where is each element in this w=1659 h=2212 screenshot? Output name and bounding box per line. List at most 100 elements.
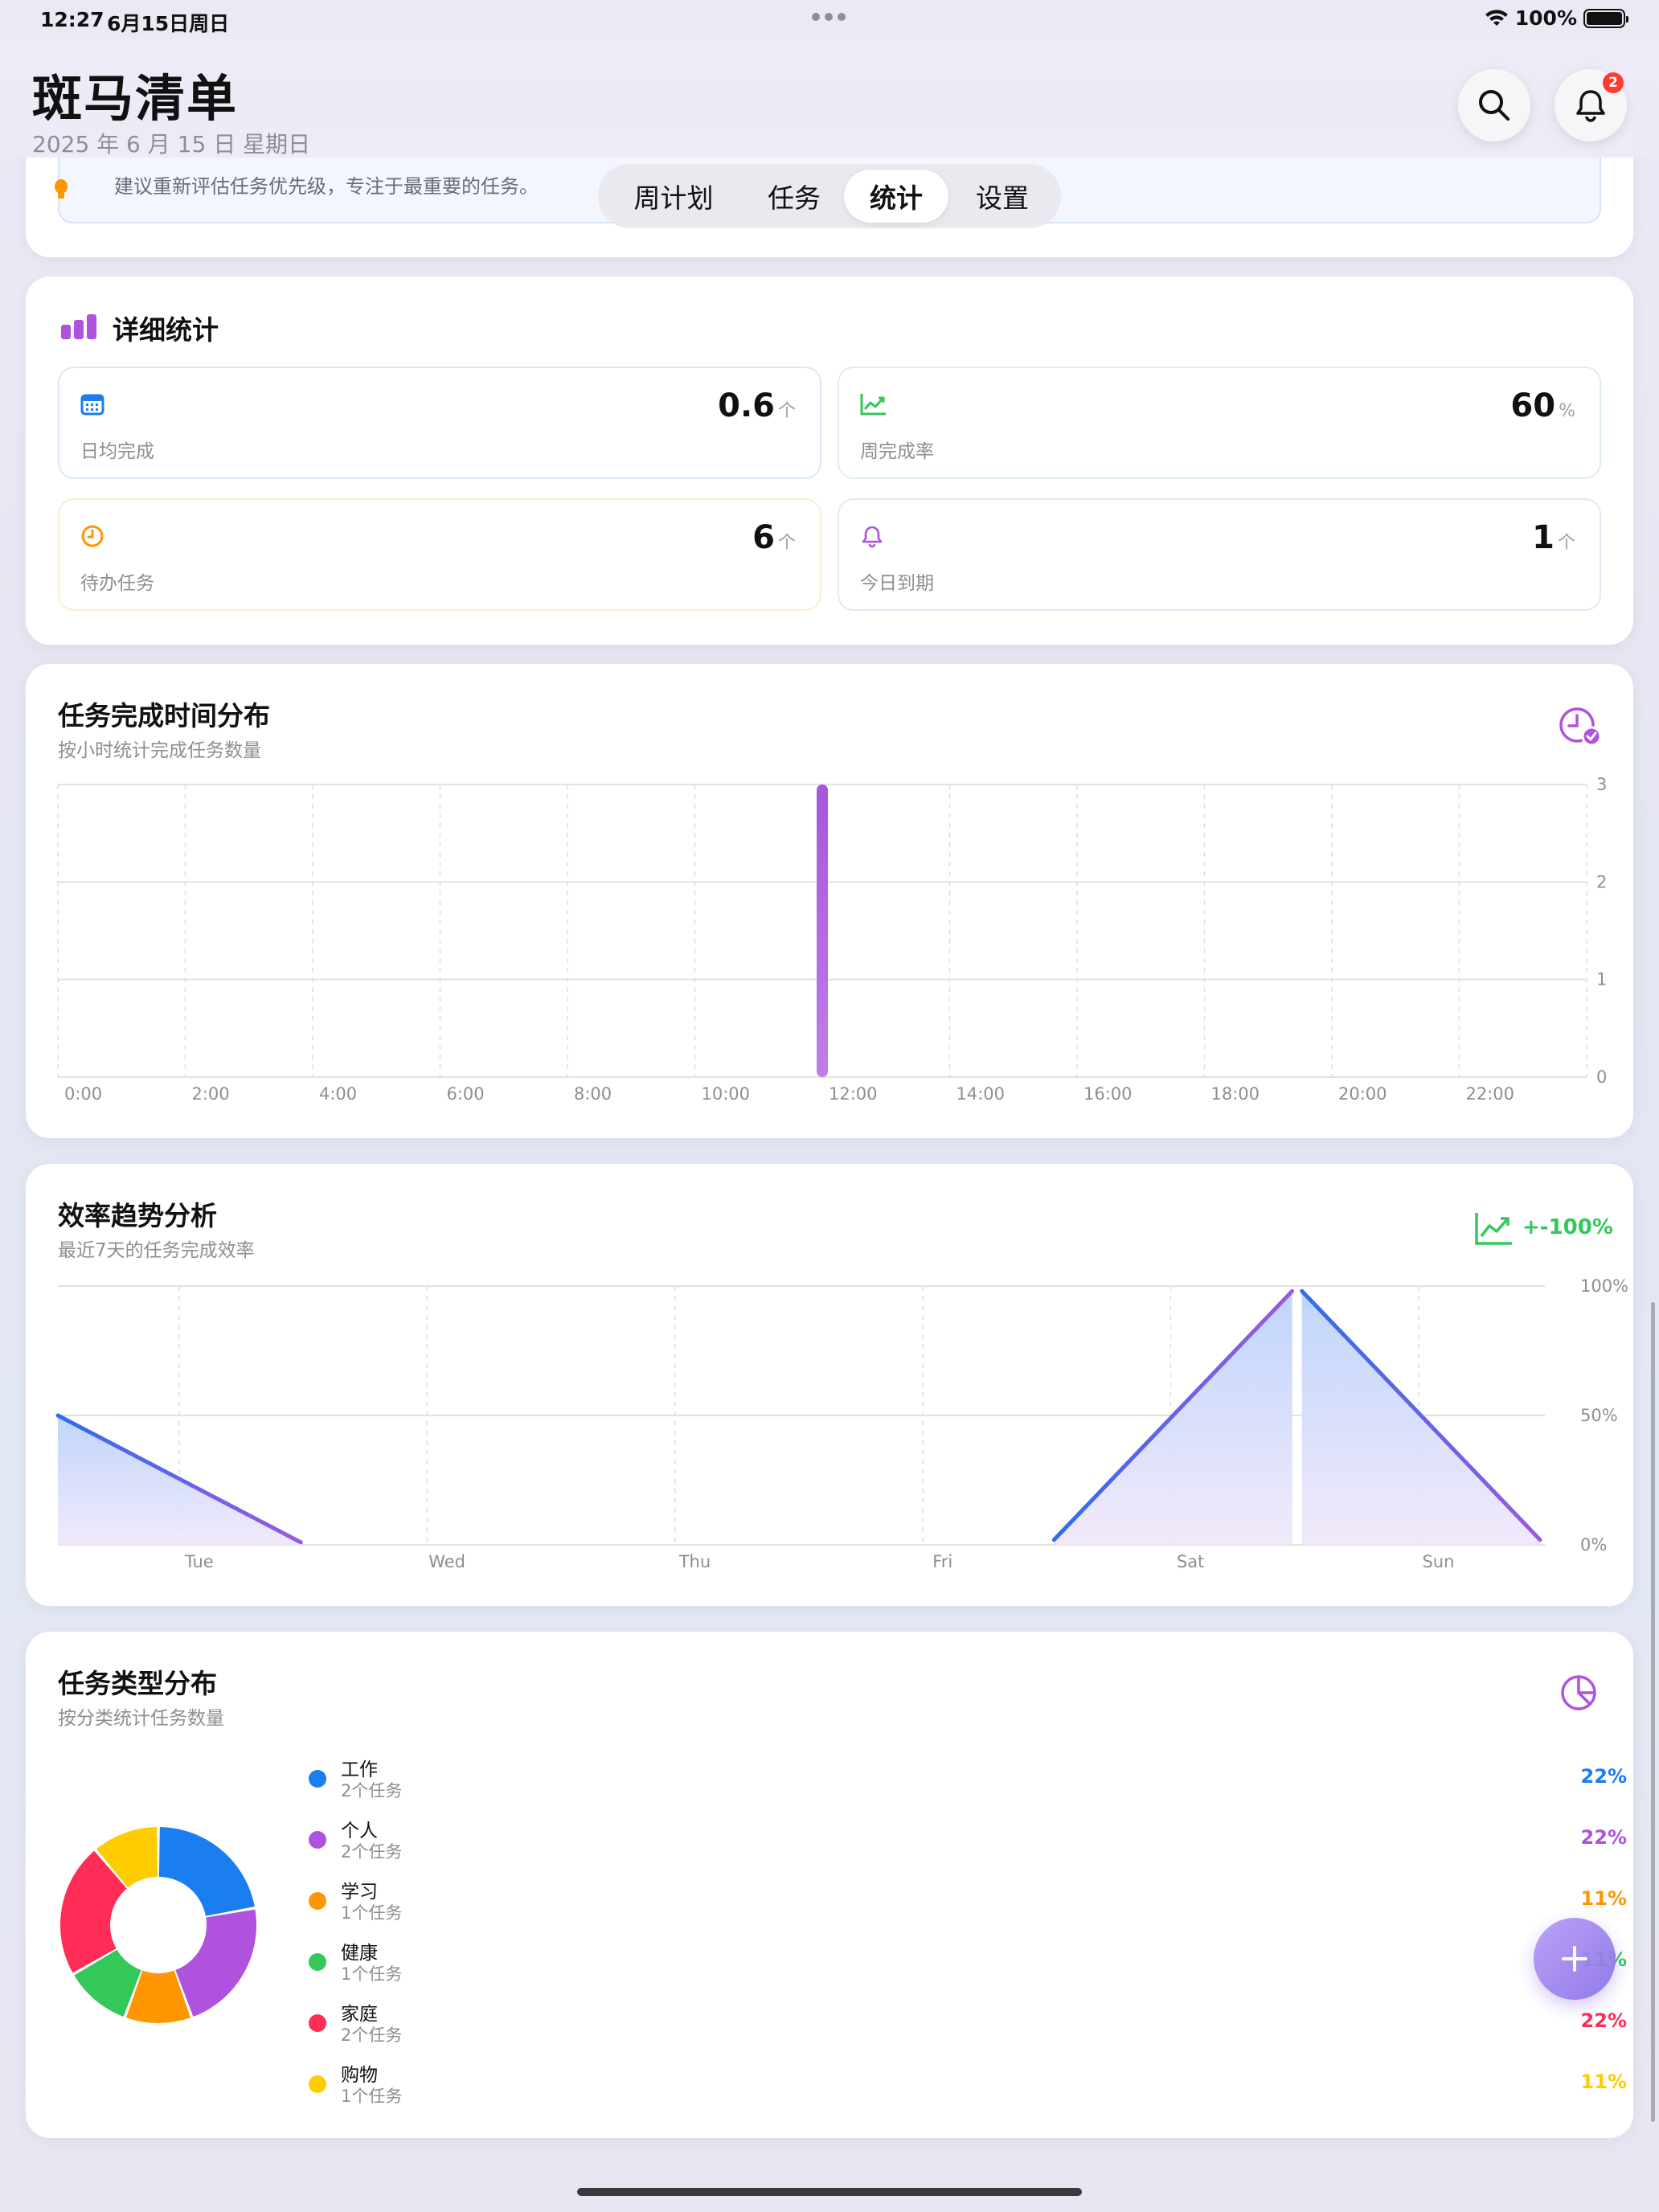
app-header: 斑马清单 2025 年 6 月 15 日 星期日 2	[0, 39, 1659, 158]
legend-dot	[309, 1831, 326, 1849]
x-tick-label: 2:00	[192, 1084, 230, 1104]
legend-dot	[309, 1953, 326, 1971]
multitasking-dots-icon[interactable]	[812, 13, 846, 21]
stat-weekly-rate: 60% 周完成率	[838, 367, 1601, 479]
legend-count: 2个任务	[341, 1842, 403, 1862]
hourly-distribution-card: 任务完成时间分布 按小时统计完成任务数量 3 2 1 0 0:00 2:00 4:00 6:0…	[26, 664, 1633, 1138]
legend-percent: 11%	[1580, 1887, 1627, 1910]
legend-item: 个人 2个任务 22%	[309, 1815, 1627, 1871]
stat-label: 周完成率	[860, 441, 934, 462]
y-tick-label: 100%	[1580, 1276, 1628, 1296]
donut-slice	[158, 1827, 255, 1916]
legend-count: 1个任务	[341, 1903, 403, 1923]
search-button[interactable]	[1458, 69, 1530, 141]
legend-count: 1个任务	[341, 1964, 403, 1984]
tab-tasks[interactable]: 任务	[744, 170, 844, 223]
stat-label: 日均完成	[80, 441, 154, 462]
stat-unit: %	[1559, 401, 1575, 421]
legend-item: 购物 1个任务 11%	[309, 2059, 1627, 2116]
detailed-stats-card: 详细统计 0.6 个 日均完成 60% 周完成率 6个 待办任务 1个 今日到期	[26, 276, 1633, 645]
x-tick-label: 16:00	[1083, 1084, 1133, 1104]
stat-unit: 个	[777, 533, 796, 553]
x-tick-label: Thu	[678, 1552, 711, 1571]
tab-bar: 周计划 任务 统计 设置	[598, 164, 1061, 228]
stat-value: 0.6	[718, 387, 775, 424]
chart-bar	[817, 784, 828, 1077]
stat-unit: 个	[777, 401, 796, 421]
x-tick-label: 4:00	[319, 1084, 357, 1104]
legend-name: 家庭	[341, 2004, 378, 2025]
y-tick-label: 50%	[1580, 1406, 1618, 1425]
x-tick-label: 14:00	[956, 1084, 1006, 1104]
notification-badge: 2	[1603, 72, 1624, 93]
hourly-bar-chart: 3 2 1 0 0:00 2:00 4:00 6:00 8:00 10:00 12:00 14:00 1…	[57, 775, 1607, 1104]
legend-name: 购物	[341, 2065, 378, 2086]
legend-percent: 22%	[1580, 1765, 1627, 1788]
legend-name: 工作	[341, 1759, 378, 1780]
add-task-button[interactable]	[1534, 1918, 1616, 2000]
bar-chart-icon	[61, 314, 96, 339]
legend-dot	[309, 1892, 326, 1910]
donut-slice	[175, 1909, 256, 2017]
current-date: 2025 年 6 月 15 日 星期日	[32, 131, 311, 158]
status-bar: 12:27 6月15日周日 100%	[0, 0, 1659, 39]
legend-name: 个人	[341, 1821, 378, 1841]
home-indicator[interactable]	[577, 2188, 1082, 2196]
legend-dot	[309, 2075, 326, 2093]
plus-icon	[1562, 1946, 1587, 1972]
y-tick-label: 0	[1596, 1067, 1607, 1087]
status-time: 12:27	[40, 8, 104, 31]
tab-weekly-plan[interactable]: 周计划	[603, 170, 744, 223]
lightbulb-icon	[55, 179, 68, 199]
trend-up-icon	[860, 394, 886, 416]
tab-statistics[interactable]: 统计	[844, 170, 948, 223]
legend-percent: 11%	[1580, 2071, 1627, 2093]
stat-value: 6	[752, 519, 775, 556]
x-tick-label: 6:00	[447, 1084, 485, 1104]
bell-icon	[1576, 90, 1605, 122]
status-date: 6月15日周日	[107, 12, 230, 35]
legend-percent: 22%	[1580, 2009, 1627, 2032]
stats-title: 详细统计	[113, 314, 219, 346]
y-tick-label: 3	[1596, 775, 1607, 794]
x-tick-label: 12:00	[829, 1084, 878, 1104]
notifications-button[interactable]: 2	[1555, 69, 1627, 141]
x-tick-label: Wed	[428, 1552, 465, 1571]
legend-count: 1个任务	[341, 2087, 403, 2106]
suggestion-text: 建议重新评估任务优先级，专注于最重要的任务。	[114, 175, 539, 198]
battery-icon	[1583, 8, 1628, 28]
scrollbar[interactable]	[1651, 1302, 1655, 2122]
stat-pending-tasks: 6个 待办任务	[58, 498, 821, 611]
wifi-icon	[1485, 9, 1508, 26]
legend-item: 家庭 2个任务 22%	[309, 1998, 1627, 2054]
x-tick-label: 0:00	[64, 1084, 102, 1104]
legend-dot	[309, 1770, 326, 1788]
legend-item: 健康1个任务11%	[309, 1937, 1627, 1993]
tab-settings[interactable]: 设置	[948, 170, 1056, 223]
task-type-card: 任务类型分布 按分类统计任务数量 工作 2个任务 22% 个人 2个任务 22% 学习 1个任…	[26, 1632, 1633, 2138]
x-tick-label: Fri	[932, 1552, 952, 1571]
x-tick-label: 20:00	[1338, 1084, 1387, 1104]
x-tick-label: 18:00	[1211, 1084, 1260, 1104]
clock-icon	[81, 525, 104, 547]
legend-count: 2个任务	[341, 1781, 403, 1800]
stat-value: 60	[1510, 387, 1556, 424]
x-tick-label: 8:00	[574, 1084, 612, 1104]
stat-unit: 个	[1557, 533, 1575, 553]
y-tick-label: 1	[1596, 970, 1607, 989]
x-tick-label: Tue	[184, 1552, 214, 1571]
legend-percent: 22%	[1580, 1826, 1627, 1849]
types-title: 任务类型分布	[58, 1668, 217, 1699]
legend-name: 学习	[341, 1882, 378, 1903]
legend-item: 工作 2个任务 22%	[309, 1754, 1627, 1810]
x-tick-label: Sun	[1422, 1552, 1454, 1571]
pie-chart-icon	[1561, 1675, 1596, 1710]
stat-label: 今日到期	[860, 573, 934, 594]
legend-count: 2个任务	[341, 2026, 403, 2045]
search-icon	[1479, 90, 1509, 121]
bell-icon	[862, 526, 883, 548]
y-tick-label: 2	[1596, 872, 1607, 891]
efficiency-area-chart: 100% 50% 0% Tue Wed Thu Fri Sat Sun	[55, 1276, 1628, 1571]
legend-dot	[309, 2014, 326, 2032]
x-tick-label: 22:00	[1466, 1084, 1515, 1104]
